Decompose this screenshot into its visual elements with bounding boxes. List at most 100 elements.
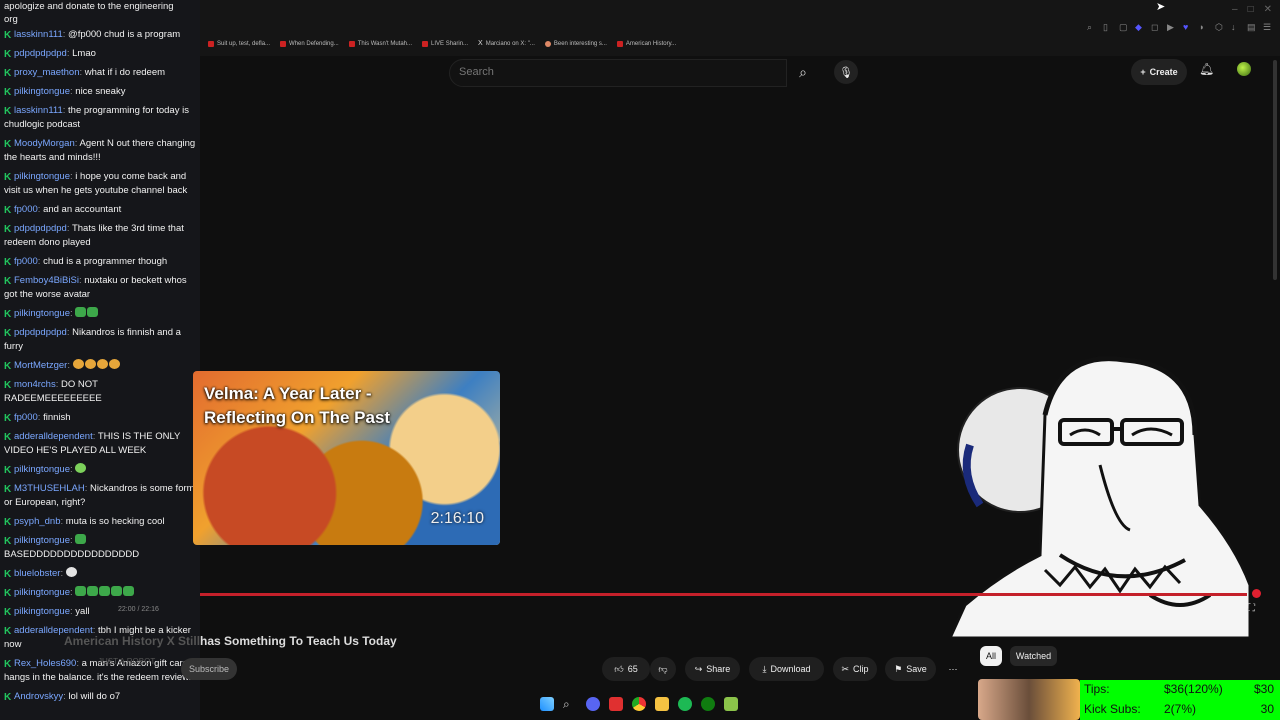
xbox-icon[interactable]	[701, 697, 715, 711]
chat-username[interactable]: pdpdpdpdpd	[14, 223, 67, 234]
chat-username[interactable]: bluelobster	[14, 568, 60, 579]
bookmark-item[interactable]: American History...	[616, 40, 676, 47]
chat-username[interactable]: M3THUSEHLAH	[14, 483, 85, 494]
chat-username[interactable]: fp000	[14, 204, 38, 215]
chat-username[interactable]: adderalldependent	[14, 431, 93, 442]
chrome-icon[interactable]	[632, 697, 646, 711]
chip-all[interactable]: All	[980, 646, 1002, 666]
chat-username[interactable]: fp000	[14, 412, 38, 423]
chat-username[interactable]: proxy_maethon	[14, 67, 79, 78]
video-thumbnail[interactable]: Velma: A Year Later - Reflecting On The …	[193, 371, 500, 545]
app-icon[interactable]	[609, 697, 623, 711]
search-icon[interactable]: ⌕	[563, 697, 577, 711]
subscribe-button[interactable]: Subscribe	[181, 658, 237, 680]
emote-icon	[75, 586, 87, 596]
windows-start-icon[interactable]	[540, 697, 554, 711]
menu-icon[interactable]: ☰	[1263, 22, 1272, 32]
discord-icon[interactable]	[586, 697, 600, 711]
bookmark-label: Suit up, test, defla...	[217, 40, 271, 47]
kick-badge-icon: K	[4, 626, 12, 637]
kick-badge-icon: K	[4, 106, 12, 117]
avatar[interactable]	[1237, 62, 1251, 76]
save-label: Save	[906, 664, 927, 674]
chat-username[interactable]: MortMetzger	[14, 360, 67, 371]
volume-icon[interactable]: ◗	[1199, 22, 1208, 32]
more-icon: ⋯	[948, 663, 958, 674]
chat-username[interactable]: Femboy4BiBiSi	[14, 275, 79, 286]
close-icon[interactable]: ✕	[1264, 4, 1272, 15]
download-button[interactable]: ⤓ Download	[749, 657, 824, 681]
minimize-icon[interactable]: –	[1232, 4, 1238, 15]
more-options-button[interactable]: ⋯	[943, 657, 963, 681]
chat-username[interactable]: psyph_dnb	[14, 516, 60, 527]
chat-username[interactable]: Androvskyy	[14, 691, 63, 702]
save-icon: ⚑	[894, 663, 903, 674]
game-icon[interactable]	[724, 697, 738, 711]
bookmark-item[interactable]: X Marciano on X: "...	[478, 40, 535, 47]
chat-username[interactable]: pdpdpdpdpd	[14, 48, 67, 59]
download-icon[interactable]: ↓	[1231, 22, 1240, 32]
emote-icon	[65, 567, 77, 577]
progress-bar[interactable]	[200, 593, 1248, 596]
emote-icon	[87, 586, 99, 596]
chat-username[interactable]: mon4rchs	[14, 379, 56, 390]
dislike-button[interactable]: 👎︎	[650, 657, 676, 681]
chat-username[interactable]: fp000	[14, 256, 38, 267]
chat-message-text: what if i do redeem	[84, 67, 166, 78]
kick-badge-icon: K	[4, 432, 12, 443]
subs-goal: 30	[1260, 702, 1274, 716]
folder-icon[interactable]	[655, 697, 669, 711]
kick-badge-icon: K	[4, 309, 12, 320]
bookmark-item[interactable]: LIVE Sharin...	[422, 40, 468, 47]
emote-icon	[96, 359, 108, 369]
chat-username[interactable]: pilkingtongue	[14, 308, 70, 319]
chat-username[interactable]: pilkingtongue	[14, 86, 70, 97]
download-label: Download	[770, 664, 811, 674]
kick-badge-icon: K	[4, 257, 12, 268]
chat-username[interactable]: lasskinn111	[14, 105, 63, 116]
extension-icon[interactable]: ◻	[1151, 22, 1160, 32]
play-icon[interactable]: ▶	[1167, 22, 1176, 32]
save-button[interactable]: ⚑ Save	[885, 657, 936, 681]
clip-button[interactable]: ✂ Clip	[833, 657, 877, 681]
bookmark-item[interactable]: This Wasn't Mutah...	[348, 40, 412, 47]
like-button[interactable]: 👍︎ 65	[602, 657, 650, 681]
chat-username[interactable]: pilkingtongue	[14, 535, 70, 546]
bookmark-item[interactable]: Suit up, test, defla...	[208, 40, 270, 47]
chat-username[interactable]: pilkingtongue	[14, 606, 70, 617]
channel-name[interactable]: JUST A ROBOT	[98, 657, 155, 666]
notifications-icon[interactable]: 🔔︎	[1199, 62, 1214, 76]
search-input[interactable]	[450, 60, 768, 84]
chat-message: Kpsyph_dnb: muta is so hecking cool	[0, 513, 200, 532]
chat-username[interactable]: Rex_Holes690	[14, 658, 76, 669]
search-button[interactable]: ⌕	[786, 59, 820, 85]
chip-watched[interactable]: Watched	[1010, 646, 1057, 666]
heart-icon[interactable]: ♥	[1183, 22, 1192, 32]
voice-search-button[interactable]: 🎙︎	[834, 60, 858, 84]
bookmark-icon[interactable]: ▯	[1103, 22, 1112, 32]
share-button[interactable]: ↪ Share	[685, 657, 740, 681]
chat-username[interactable]: pilkingtongue	[14, 171, 70, 182]
tab-icon[interactable]: ▢	[1119, 22, 1128, 32]
scrollbar[interactable]	[1273, 60, 1277, 280]
chat-username[interactable]: pdpdpdpdpd	[14, 327, 67, 338]
bookmark-item[interactable]: Been interesting s...	[544, 40, 607, 47]
shield-icon[interactable]: ◆	[1135, 22, 1144, 32]
fullscreen-icon[interactable]: ⛶	[1248, 603, 1255, 614]
zoom-icon[interactable]: ⌕	[1087, 22, 1096, 32]
puzzle-icon[interactable]: ⬡	[1215, 22, 1224, 32]
recommended-thumbnail[interactable]	[978, 679, 1080, 720]
spotify-icon[interactable]	[678, 697, 692, 711]
chat-username[interactable]: pilkingtongue	[14, 587, 70, 598]
lock-icon[interactable]: ▤	[1247, 22, 1256, 32]
chat-message-text: nice sneaky	[75, 86, 126, 97]
chat-username[interactable]: lasskinn111	[14, 29, 63, 40]
chat-username[interactable]: MoodyMorgan	[14, 138, 75, 149]
create-button[interactable]: + Create	[1131, 59, 1187, 85]
bookmark-item[interactable]: When Defending...	[280, 40, 339, 47]
chat-username[interactable]: pilkingtongue	[14, 464, 70, 475]
chat-message: Kpilkingtongue: BASEDDDDDDDDDDDDDDDD	[0, 532, 200, 565]
progress-scrubber[interactable]	[1252, 589, 1261, 598]
chat-message: K M3THUSEHLAH: Nickandros is some form or…	[0, 480, 200, 513]
maximize-icon[interactable]: □	[1248, 4, 1254, 15]
